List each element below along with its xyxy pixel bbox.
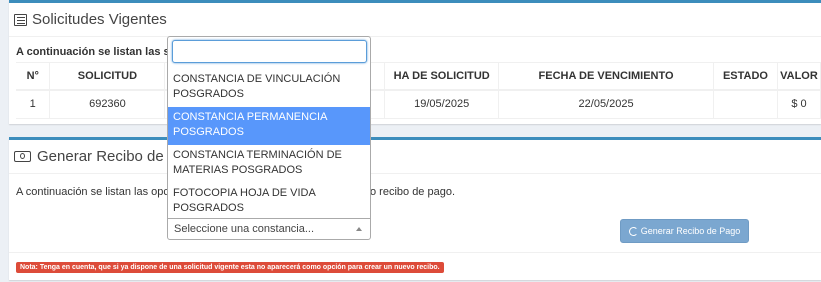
cell-solicitud: 692360 (49, 89, 166, 119)
solicitudes-header: Solicitudes Vigentes (9, 3, 821, 37)
money-bill-icon (14, 151, 31, 162)
column-header: VALOR (777, 62, 821, 91)
column-header: HA DE SOLICITUD (384, 62, 500, 91)
cell-n: 1 (16, 89, 51, 119)
dropdown-option[interactable]: CONSTANCIA DE VINCULACIÓN POSGRADOS (168, 69, 370, 107)
column-header: SOLICITUD (49, 62, 166, 91)
table-row: 1 692360 Ma 19/05/2025 22/05/2025 $ 0 (16, 89, 821, 119)
dropdown-option-highlighted[interactable]: CONSTANCIA PERMANENCIA POSGRADOS (168, 107, 370, 145)
constancia-dropdown: CONSTANCIA DE VINCULACIÓN POSGRADOS CONS… (167, 36, 371, 218)
cell-fecha-vencimiento: 22/05/2025 (498, 89, 714, 119)
option-label: FOTOCOPIA HOJA DE VIDA POSGRADOS (173, 187, 316, 214)
column-header: ESTADO (713, 62, 778, 91)
option-label: CONSTANCIA PERMANENCIA POSGRADOS (173, 111, 327, 138)
caret-up-icon (356, 227, 362, 231)
constancia-select[interactable]: Seleccione una constancia... (167, 218, 371, 240)
list-icon (14, 13, 27, 26)
recibo-header: Generar Recibo de P (9, 140, 821, 174)
column-header: FECHA DE VENCIMIENTO (498, 62, 714, 91)
dropdown-search-input[interactable] (172, 40, 367, 63)
dropdown-option[interactable]: CONSTANCIA TERMINACIÓN DE MATERIAS POSGR… (168, 145, 370, 183)
recibo-title: Generar Recibo de P (37, 148, 178, 165)
dropdown-option[interactable]: FOTOCOPIA HOJA DE VIDA POSGRADOS (168, 183, 370, 218)
solicitudes-box: Solicitudes Vigentes A continuación se l… (9, 0, 821, 124)
recibo-intro: A continuación se listan las opc o recib… (16, 186, 455, 198)
recibo-intro-right: o recibo de pago. (370, 186, 456, 198)
solicitudes-table: N° SOLICITUD HA DE SOLICITUD FECHA DE VE… (16, 62, 821, 119)
cell-estado (713, 89, 778, 119)
select-placeholder: Seleccione una constancia... (174, 223, 315, 235)
cell-fecha-solicitud: 19/05/2025 (384, 89, 500, 119)
divider (9, 252, 821, 253)
cell-valor: $ 0 (777, 89, 821, 119)
generate-receipt-button[interactable]: Generar Recibo de Pago (620, 219, 749, 243)
table-header-row: N° SOLICITUD HA DE SOLICITUD FECHA DE VE… (16, 62, 821, 91)
page: Solicitudes Vigentes A continuación se l… (0, 0, 821, 282)
dropdown-options: CONSTANCIA DE VINCULACIÓN POSGRADOS CONS… (168, 69, 370, 218)
solicitudes-title: Solicitudes Vigentes (32, 11, 167, 28)
generate-receipt-label: Generar Recibo de Pago (640, 226, 741, 236)
note-badge: Nota: Tenga en cuenta, que si ya dispone… (16, 262, 444, 273)
option-label: CONSTANCIA DE VINCULACIÓN POSGRADOS (173, 73, 341, 100)
recibo-box: Generar Recibo de P A continuación se li… (9, 137, 821, 280)
option-label: CONSTANCIA TERMINACIÓN DE MATERIAS POSGR… (173, 149, 342, 176)
solicitudes-intro: A continuación se listan las so (16, 46, 177, 58)
refresh-icon (628, 226, 638, 236)
column-header: N° (16, 62, 51, 91)
recibo-intro-left: A continuación se listan las opc (16, 186, 169, 198)
